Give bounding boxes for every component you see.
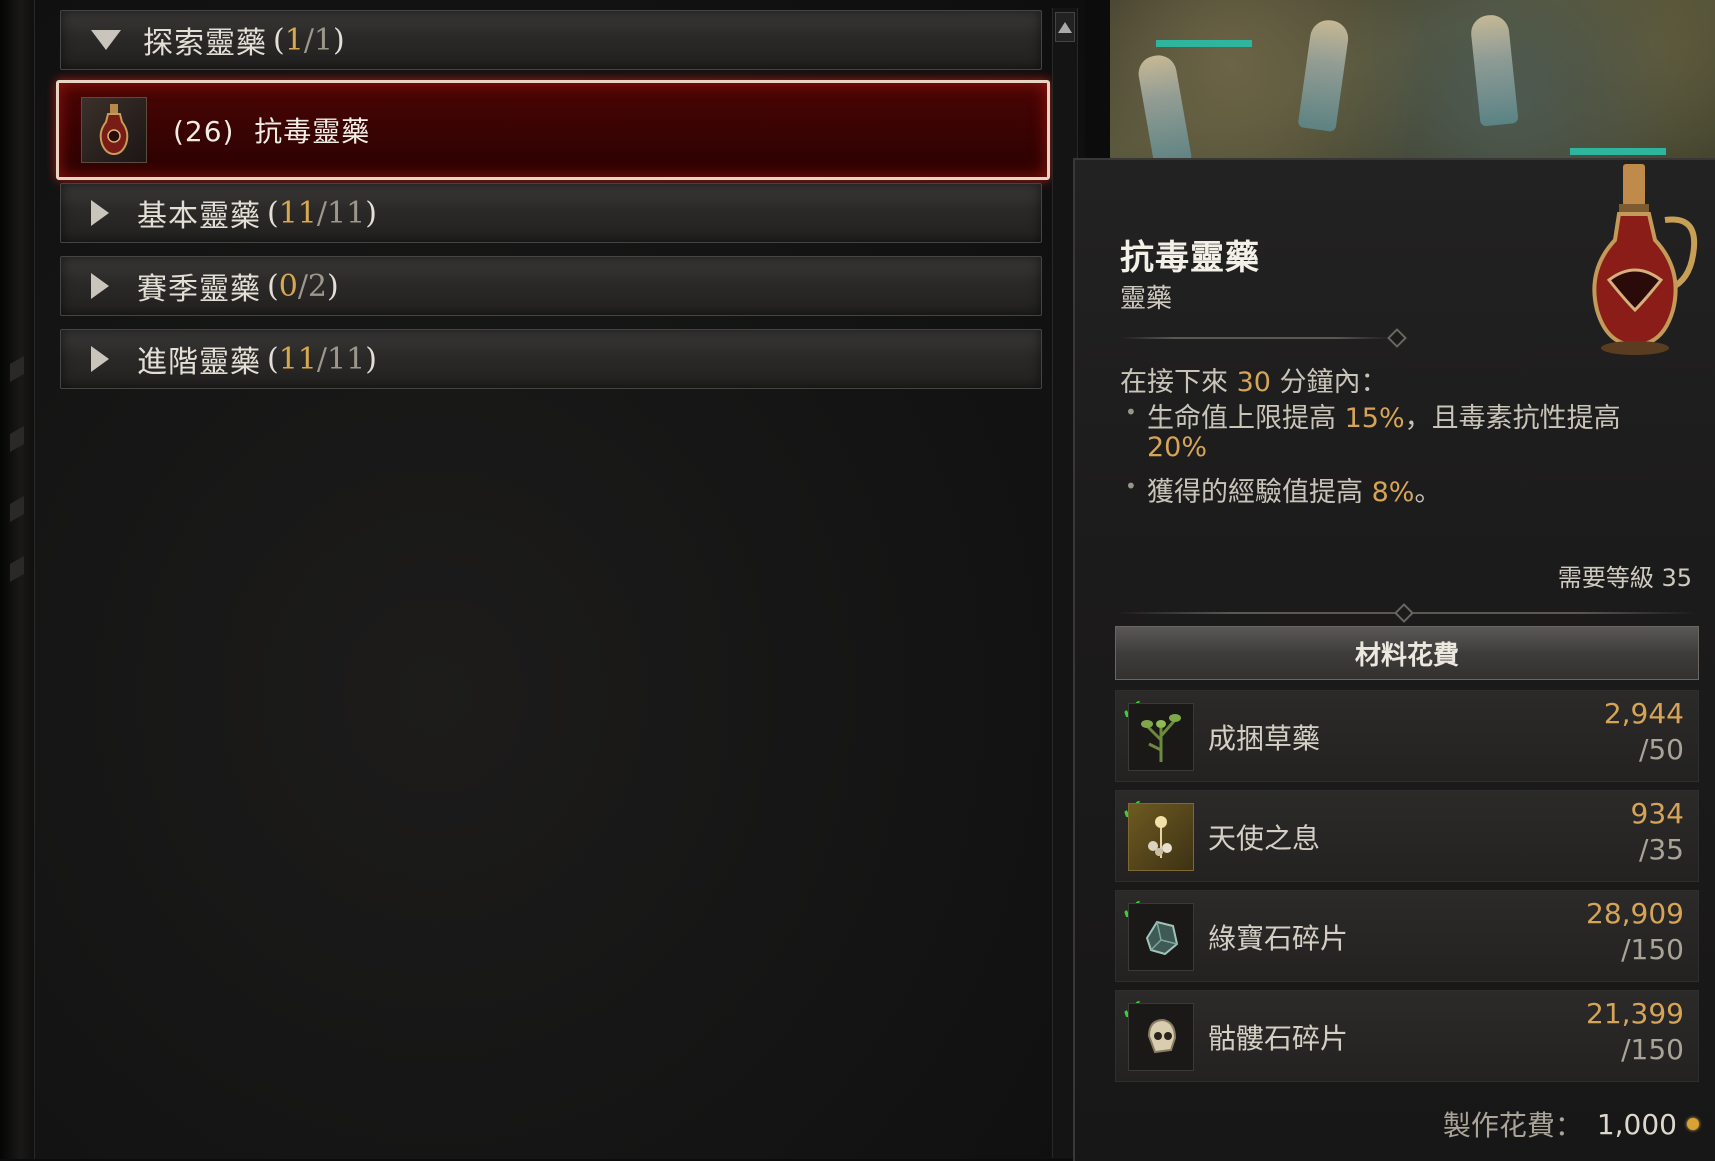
angel-breath-icon	[1128, 803, 1194, 871]
category-label: 基本靈藥	[137, 199, 261, 234]
effect-line-1: 生命值上限提高 15%，且毒素抗性提高	[1147, 403, 1621, 434]
elixir-list-panel: 探索靈藥 (1/1) (26) 抗毒靈藥 基本靈藥 (11/11) 賽季靈藥 (…	[0, 0, 1085, 1159]
effect-line-2: 獲得的經驗值提高 8%。	[1147, 477, 1442, 508]
material-row: ✓ 骷髏石碎片 21,399 /150	[1115, 990, 1699, 1082]
elixir-list-item-selected[interactable]: (26) 抗毒靈藥	[56, 80, 1050, 180]
material-name: 天使之息	[1208, 822, 1321, 855]
category-header-season[interactable]: 賽季靈藥 (0/2)	[60, 256, 1042, 316]
category-header-advanced[interactable]: 進階靈藥 (11/11)	[60, 329, 1042, 389]
gold-coin-icon	[1687, 1118, 1699, 1130]
effect-line-1-continued: 20%	[1147, 432, 1208, 463]
material-required: /35	[1638, 833, 1684, 866]
skull-shard-icon	[1128, 1003, 1194, 1071]
craft-cost-label: 製作花費：	[1442, 1109, 1583, 1142]
material-owned: 28,909	[1586, 897, 1684, 930]
material-row: ✓ 綠寶石碎片 28,909 /150	[1115, 890, 1699, 982]
category-label: 賽季靈藥	[137, 272, 261, 307]
enemy-health-bar	[1570, 148, 1666, 155]
bullet-dot: •	[1125, 474, 1137, 498]
material-name: 成捆草藥	[1208, 722, 1321, 755]
category-count: (11/11)	[267, 341, 377, 377]
game-world-view	[1110, 0, 1715, 162]
chevron-right-icon	[91, 346, 109, 372]
material-owned: 934	[1630, 797, 1684, 830]
material-owned: 2,944	[1603, 697, 1684, 730]
chevron-right-icon	[91, 273, 109, 299]
item-tooltip: 抗毒靈藥 靈藥 在接下來 30 分鐘內： • 生命值上限提高 15%，且毒素抗性…	[1073, 158, 1715, 1161]
material-name: 綠寶石碎片	[1208, 922, 1349, 955]
material-row: ✓ 成捆草藥 2,944 /50	[1115, 690, 1699, 782]
category-label: 進階靈藥	[137, 345, 261, 380]
material-owned: 21,399	[1586, 997, 1684, 1030]
tooltip-divider	[1115, 603, 1697, 623]
chevron-right-icon	[91, 200, 109, 226]
scroll-up-button[interactable]	[1055, 12, 1075, 42]
category-count: (11/11)	[267, 195, 377, 231]
tooltip-subtitle: 靈藥	[1120, 284, 1173, 314]
elixir-flask-icon	[81, 97, 147, 163]
craft-cost-value: 1,000	[1596, 1107, 1677, 1141]
elixir-flask-icon	[1575, 160, 1715, 360]
panel-frame-edge	[0, 0, 35, 1159]
herb-bundle-icon	[1128, 703, 1194, 771]
category-label: 探索靈藥	[143, 26, 267, 61]
material-name: 骷髏石碎片	[1208, 1022, 1349, 1055]
tooltip-title: 抗毒靈藥	[1120, 238, 1260, 278]
effect-duration-text: 在接下來 30 分鐘內：	[1120, 367, 1388, 398]
emerald-shard-icon	[1128, 903, 1194, 971]
materials-cost-header: 材料花費	[1115, 626, 1699, 680]
arrow-up-icon	[1058, 21, 1072, 33]
chevron-down-icon	[91, 30, 121, 50]
category-header-exploration[interactable]: 探索靈藥 (1/1)	[60, 10, 1042, 70]
bullet-dot: •	[1125, 400, 1137, 424]
category-count: (0/2)	[267, 268, 339, 304]
material-row: ✓ 天使之息 934 /35	[1115, 790, 1699, 882]
material-required: /150	[1621, 933, 1684, 966]
material-required: /150	[1621, 1033, 1684, 1066]
tooltip-divider	[1120, 328, 1407, 348]
crafting-cost: 製作花費： 1,000	[1443, 1104, 1699, 1144]
enemy-health-bar	[1156, 40, 1252, 47]
selected-item-label: (26) 抗毒靈藥	[173, 115, 371, 148]
category-count: (1/1)	[273, 22, 345, 58]
required-level-text: 需要等級 35	[1557, 564, 1692, 592]
material-required: /50	[1638, 733, 1684, 766]
category-header-basic[interactable]: 基本靈藥 (11/11)	[60, 183, 1042, 243]
